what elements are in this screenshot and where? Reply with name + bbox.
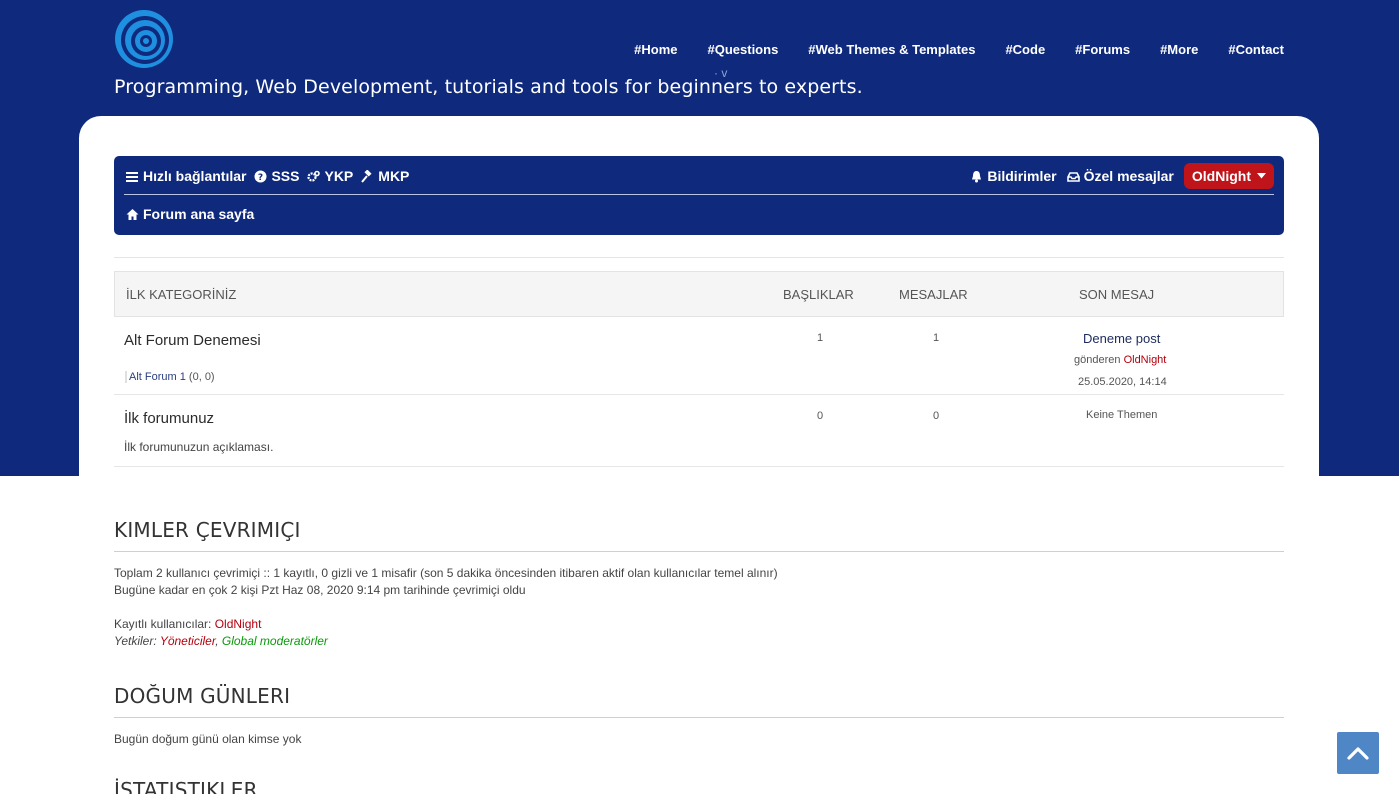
nav-questions[interactable]: #Questions: [708, 42, 779, 57]
subforum-counts: (0, 0): [188, 371, 215, 383]
forum-list-header: İLK KATEGORİNİZ BAŞLIKLAR MESAJLAR SON M…: [114, 271, 1284, 317]
registered-users-label: Kayıtlı kullanıcılar:: [114, 617, 212, 631]
online-record: Bugüne kadar en çok 2 kişi Pzt Haz 08, 2…: [114, 583, 526, 597]
gears-icon: [307, 170, 321, 182]
nav-web-themes[interactable]: #Web Themes & Templates: [808, 42, 975, 57]
site-logo[interactable]: [114, 9, 174, 69]
statistics-section: İSTATISTIKLER: [114, 778, 1284, 794]
quick-links-menu[interactable]: Hızlı bağlantılar: [126, 168, 246, 184]
forum-list: İLK KATEGORİNİZ BAŞLIKLAR MESAJLAR SON M…: [114, 271, 1284, 467]
mcp-label: MKP: [378, 168, 410, 184]
separator: [114, 257, 1284, 258]
acp-link[interactable]: YKP: [307, 168, 353, 184]
user-name: OldNight: [1191, 168, 1251, 184]
mcp-link[interactable]: MKP: [361, 168, 409, 184]
category-header[interactable]: İLK KATEGORİNİZ: [126, 287, 236, 302]
acp-label: YKP: [324, 168, 354, 184]
posts-count: 0: [933, 410, 940, 422]
birthdays-title: DOĞUM GÜNLERI: [114, 684, 1284, 718]
notifications-label: Bildirimler: [987, 168, 1057, 184]
last-post-date: 25.05.2020, 14:14: [1078, 376, 1167, 388]
last-post-header: SON MESAJ: [1079, 287, 1155, 302]
chevron-up-icon: [1347, 747, 1369, 760]
site-tagline: Programming, Web Development, tutorials …: [114, 76, 863, 98]
who-is-online-title[interactable]: KIMLER ÇEVRIMIÇI: [114, 518, 1284, 552]
last-post-by-label: gönderen: [1074, 354, 1121, 366]
faq-label: SSS: [271, 168, 300, 184]
bell-icon: [972, 170, 982, 182]
forum-title-link[interactable]: Alt Forum Denemesi: [124, 332, 261, 349]
forum-description: İlk forumunuzun açıklaması.: [124, 440, 274, 454]
subforum-link[interactable]: Alt Forum 1 (0, 0): [125, 371, 215, 383]
scroll-to-top-button[interactable]: [1337, 732, 1379, 774]
breadcrumb-home-label: Forum ana sayfa: [143, 206, 255, 222]
last-post-user-link[interactable]: OldNight: [1124, 354, 1167, 366]
posts-count: 1: [933, 332, 940, 344]
topics-header: BAŞLIKLAR: [783, 287, 854, 302]
last-post-title-link[interactable]: Deneme post: [1083, 331, 1160, 346]
nav-home[interactable]: #Home: [634, 42, 677, 57]
nav-forums[interactable]: #Forums: [1075, 42, 1130, 57]
forum-row: Alt Forum Denemesi Alt Forum 1 (0, 0) 1 …: [114, 317, 1284, 395]
who-is-online-section: KIMLER ÇEVRIMIÇI Toplam 2 kullanıcı çevr…: [114, 518, 1284, 650]
faq-link[interactable]: ? SSS: [254, 168, 299, 184]
private-messages-label: Özel mesajlar: [1083, 168, 1174, 184]
legend-label: Yetkiler:: [114, 634, 157, 648]
top-navigation: #Home #Questions #Web Themes & Templates…: [634, 42, 1284, 57]
navbar-divider: [124, 194, 1274, 195]
birthdays-section: DOĞUM GÜNLERI Bugün doğum günü olan kims…: [114, 684, 1284, 748]
nav-code[interactable]: #Code: [1005, 42, 1045, 57]
inbox-icon: [1066, 171, 1080, 182]
topics-count: 1: [817, 332, 824, 344]
notifications-link[interactable]: Bildirimler: [970, 168, 1057, 184]
caret-down-icon: [1257, 173, 1266, 179]
quick-links-label: Hızlı bağlantılar: [143, 168, 247, 184]
legend-separator: ,: [215, 634, 219, 648]
user-menu-button[interactable]: OldNight: [1183, 163, 1274, 189]
home-icon: [126, 208, 139, 220]
last-post-author: gönderen OldNight: [1074, 354, 1166, 366]
private-messages-link[interactable]: Özel mesajlar: [1066, 168, 1174, 184]
registered-users: Kayıtlı kullanıcılar: OldNight: [114, 616, 1284, 633]
question-icon: ?: [254, 170, 267, 183]
group-legend: Yetkiler: Yöneticiler, Global moderatörl…: [114, 633, 1284, 650]
forum-navbar: Hızlı bağlantılar ? SSS YKP MKP Bildirim…: [114, 156, 1284, 235]
legend-mods-link[interactable]: Global moderatörler: [222, 634, 328, 648]
header-mark: · v: [714, 66, 728, 80]
hamburger-icon: [126, 171, 138, 182]
forum-row: İlk forumunuz İlk forumunuzun açıklaması…: [114, 395, 1284, 467]
statistics-title: İSTATISTIKLER: [114, 778, 258, 794]
gavel-icon: [361, 169, 372, 183]
nav-contact[interactable]: #Contact: [1228, 42, 1284, 57]
legend-admins-link[interactable]: Yöneticiler: [160, 634, 215, 648]
nav-more[interactable]: #More: [1160, 42, 1198, 57]
birthdays-text: Bugün doğum günü olan kimse yok: [114, 732, 302, 746]
posts-header: MESAJLAR: [899, 287, 968, 302]
online-summary: Toplam 2 kullanıcı çevrimiçi :: 1 kayıtl…: [114, 566, 778, 580]
breadcrumb-home[interactable]: Forum ana sayfa: [126, 206, 254, 222]
subforum-name: Alt Forum 1: [129, 371, 186, 383]
svg-text:?: ?: [258, 173, 263, 183]
topics-count: 0: [817, 410, 824, 422]
forum-title-link[interactable]: İlk forumunuz: [124, 410, 214, 427]
no-topics-text: Keine Themen: [1086, 409, 1158, 421]
online-user-link[interactable]: OldNight: [215, 617, 262, 631]
